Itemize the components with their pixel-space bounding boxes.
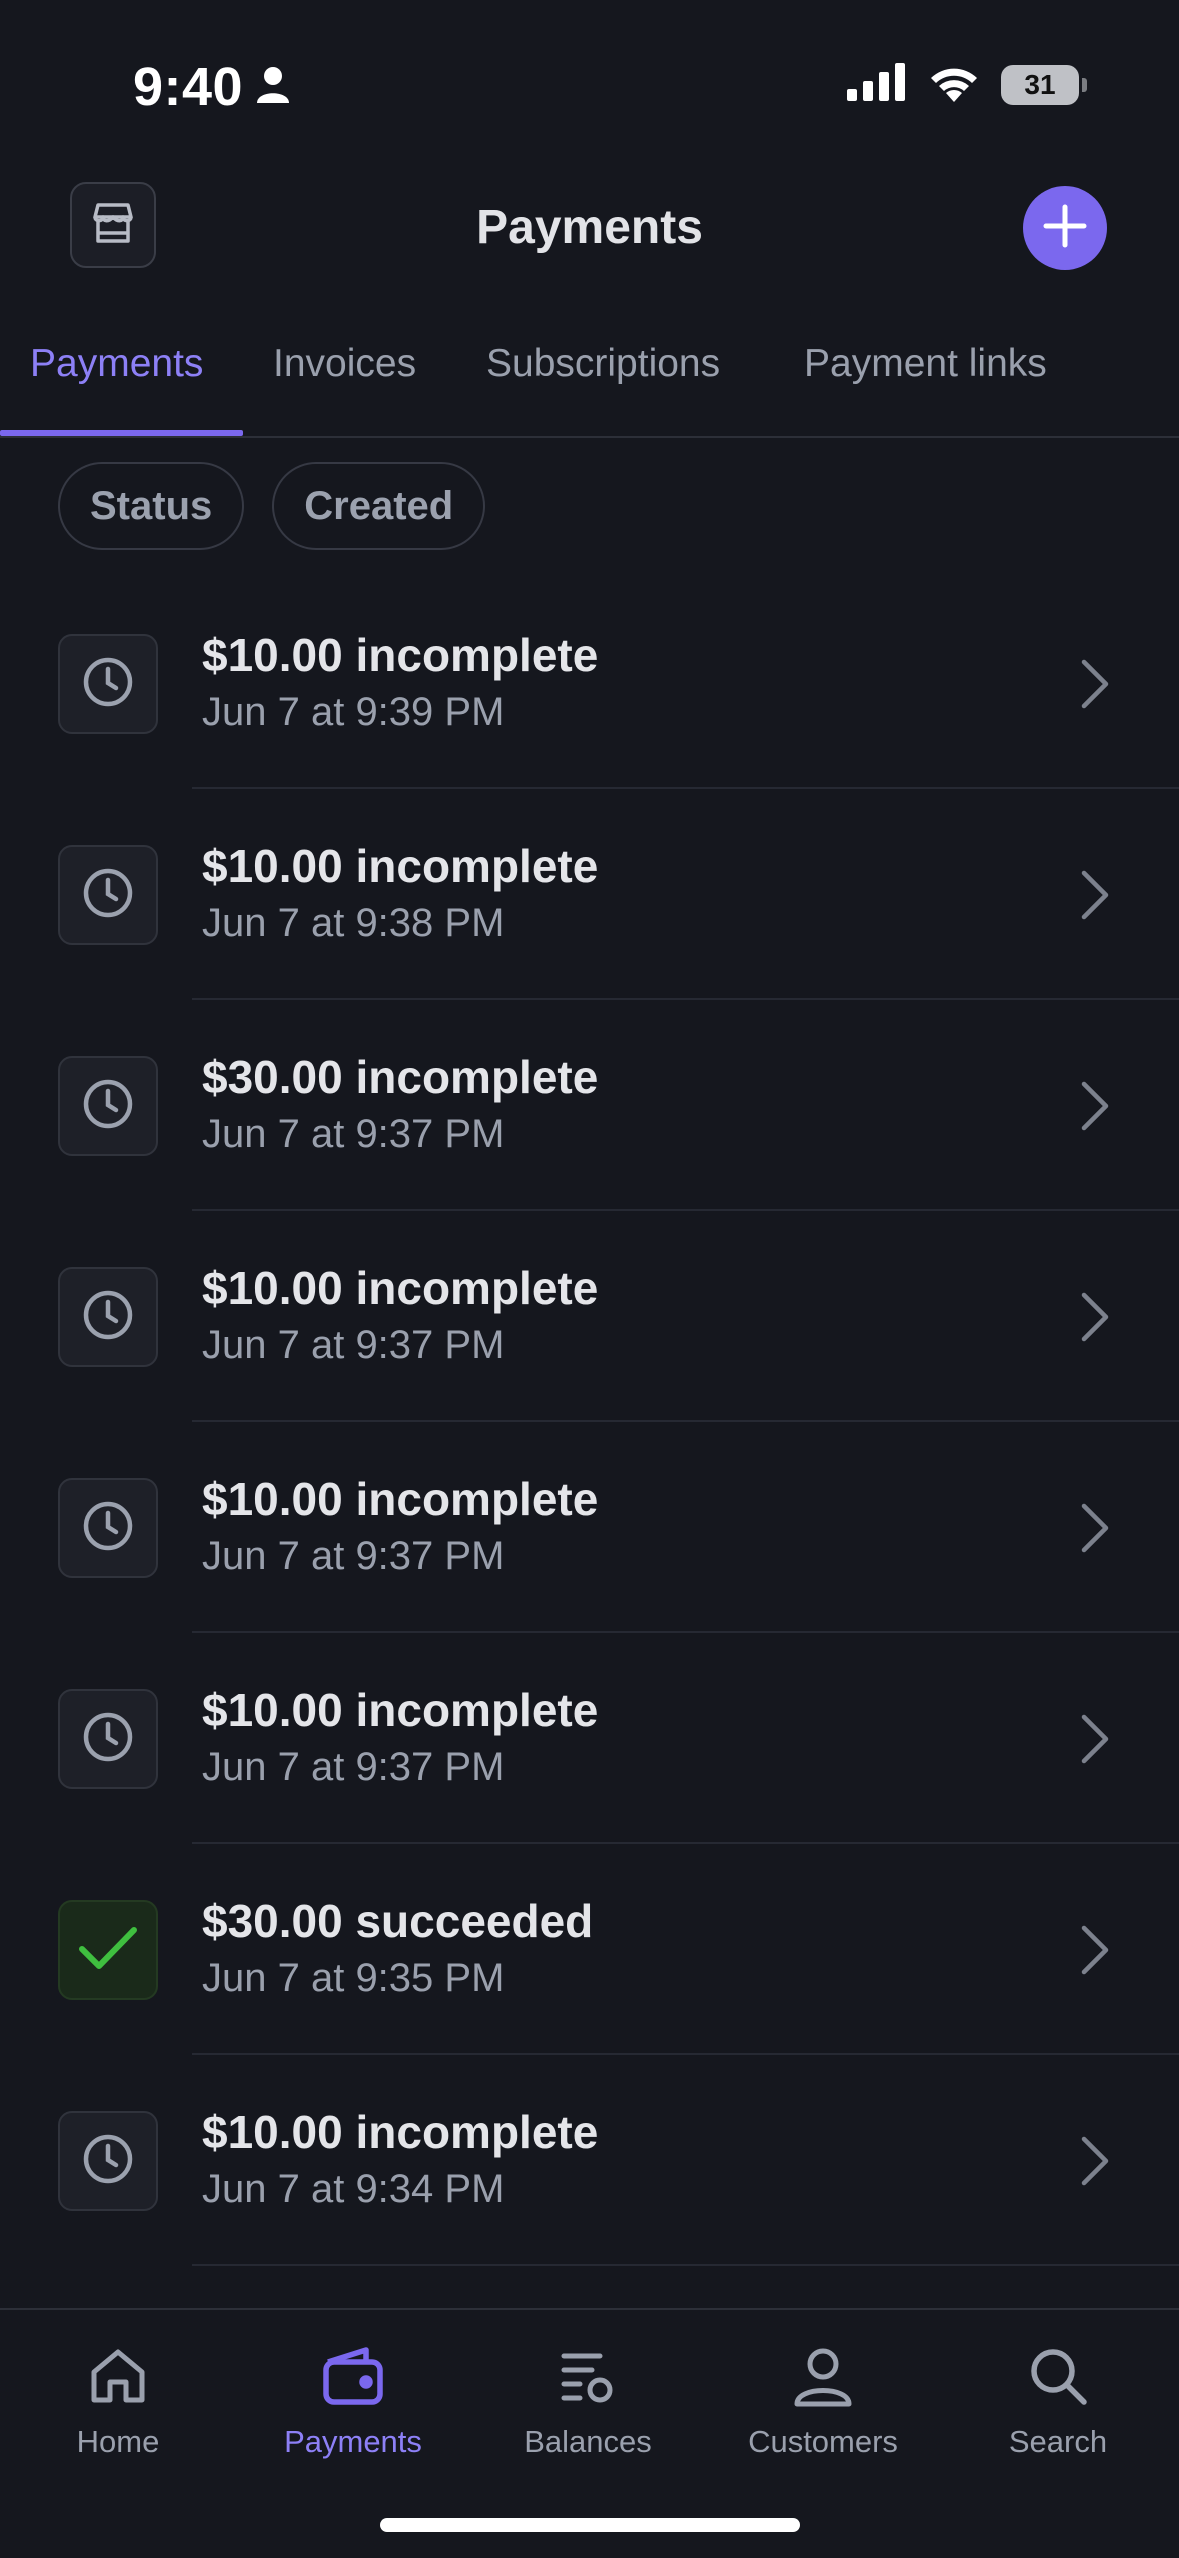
nav-customers[interactable]: Customers [723, 2338, 923, 2460]
balances-icon [488, 2338, 688, 2414]
payment-row[interactable]: $10.00 incomplete Jun 7 at 9:39 PM [0, 578, 1179, 789]
payment-title: $10.00 incomplete [202, 1684, 599, 1736]
home-indicator[interactable] [380, 2518, 800, 2532]
status-icon-box [58, 1900, 158, 2000]
nav-search-label: Search [1008, 2424, 1108, 2459]
payment-title: $10.00 incomplete [202, 2106, 599, 2158]
chevron-right-icon [1074, 658, 1114, 715]
status-icon-box [58, 1267, 158, 1367]
chevron-right-icon [1074, 1080, 1114, 1137]
payment-date: Jun 7 at 9:37 PM [202, 1534, 505, 1578]
status-bar: 9:40 31 [0, 0, 1179, 150]
status-icon-box [58, 1056, 158, 1156]
tab-invoices[interactable]: Invoices [273, 342, 416, 386]
status-icon-box [58, 845, 158, 945]
nav-balances-label: Balances [524, 2424, 652, 2459]
payment-date: Jun 7 at 9:39 PM [202, 690, 505, 734]
tab-payment-links[interactable]: Payment links [804, 342, 1047, 386]
nav-balances[interactable]: Balances [488, 2338, 688, 2460]
chevron-right-icon [1074, 1291, 1114, 1348]
cellular-signal-icon [847, 63, 907, 106]
clock-icon [81, 1077, 135, 1136]
status-icon-box [58, 2111, 158, 2211]
header: Payments [0, 170, 1179, 290]
nav-payments-label: Payments [284, 2424, 422, 2459]
nav-home-label: Home [76, 2424, 160, 2459]
chevron-right-icon [1074, 1713, 1114, 1770]
payment-title: $30.00 incomplete [202, 1051, 599, 1103]
nav-customers-label: Customers [748, 2424, 898, 2459]
status-icon-box [58, 1689, 158, 1789]
status-icon-box [58, 634, 158, 734]
status-icons: 31 [847, 62, 1087, 107]
clock-icon [81, 2132, 135, 2191]
battery-level: 31 [1024, 68, 1056, 100]
payment-date: Jun 7 at 9:37 PM [202, 1323, 505, 1367]
nav-payments[interactable]: Payments [253, 2338, 453, 2460]
payments-list: $10.00 incomplete Jun 7 at 9:39 PM $10.0… [0, 578, 1179, 2266]
payment-row[interactable]: $10.00 incomplete Jun 7 at 9:37 PM [0, 1422, 1179, 1633]
tab-subscriptions[interactable]: Subscriptions [486, 342, 720, 386]
tab-bar: Payments Invoices Subscriptions Payment … [0, 330, 1179, 438]
payment-date: Jun 7 at 9:34 PM [202, 2167, 505, 2211]
wifi-icon [927, 62, 981, 107]
payment-title: $10.00 incomplete [202, 840, 599, 892]
search-icon [958, 2338, 1158, 2414]
clock-icon [81, 1288, 135, 1347]
add-payment-button[interactable] [1023, 186, 1107, 270]
payment-row[interactable]: $30.00 incomplete Jun 7 at 9:37 PM [0, 1000, 1179, 1211]
nav-search[interactable]: Search [958, 2338, 1158, 2460]
payment-row[interactable]: $10.00 incomplete Jun 7 at 9:34 PM [0, 2055, 1179, 2266]
person-status-icon [256, 66, 290, 109]
payment-date: Jun 7 at 9:37 PM [202, 1112, 505, 1156]
payment-date: Jun 7 at 9:35 PM [202, 1956, 505, 2000]
nav-home[interactable]: Home [18, 2338, 218, 2460]
clock-icon [81, 655, 135, 714]
checkmark-icon [77, 1923, 139, 1978]
chevron-right-icon [1074, 1924, 1114, 1981]
payment-row[interactable]: $10.00 incomplete Jun 7 at 9:37 PM [0, 1633, 1179, 1844]
payment-row[interactable]: $10.00 incomplete Jun 7 at 9:38 PM [0, 789, 1179, 1000]
payment-row[interactable]: $10.00 incomplete Jun 7 at 9:37 PM [0, 1211, 1179, 1422]
payment-row[interactable]: $30.00 succeeded Jun 7 at 9:35 PM [0, 1844, 1179, 2055]
page-title: Payments [476, 201, 703, 254]
person-icon [723, 2338, 923, 2414]
status-time: 9:40 [133, 57, 244, 117]
clock-icon [81, 1499, 135, 1558]
status-icon-box [58, 1478, 158, 1578]
payment-date: Jun 7 at 9:37 PM [202, 1745, 505, 1789]
payment-title: $10.00 incomplete [202, 1262, 599, 1314]
status-filter-chip[interactable]: Status [58, 462, 245, 550]
payment-title: $10.00 incomplete [202, 1473, 599, 1525]
clock-icon [81, 1710, 135, 1769]
battery-icon: 31 [1001, 64, 1087, 105]
clock-icon [81, 866, 135, 925]
chevron-right-icon [1074, 869, 1114, 926]
active-tab-indicator [0, 430, 243, 436]
plus-icon [1042, 203, 1088, 254]
chevron-right-icon [1074, 2135, 1114, 2192]
created-filter-chip[interactable]: Created [272, 462, 486, 550]
chevron-right-icon [1074, 1502, 1114, 1559]
wallet-icon [253, 2338, 453, 2414]
home-icon [18, 2338, 218, 2414]
tab-payments[interactable]: Payments [30, 342, 203, 386]
payment-date: Jun 7 at 9:38 PM [202, 901, 505, 945]
filter-bar: Status Created [58, 462, 486, 550]
payment-title: $30.00 succeeded [202, 1895, 594, 1947]
payment-title: $10.00 incomplete [202, 629, 599, 681]
